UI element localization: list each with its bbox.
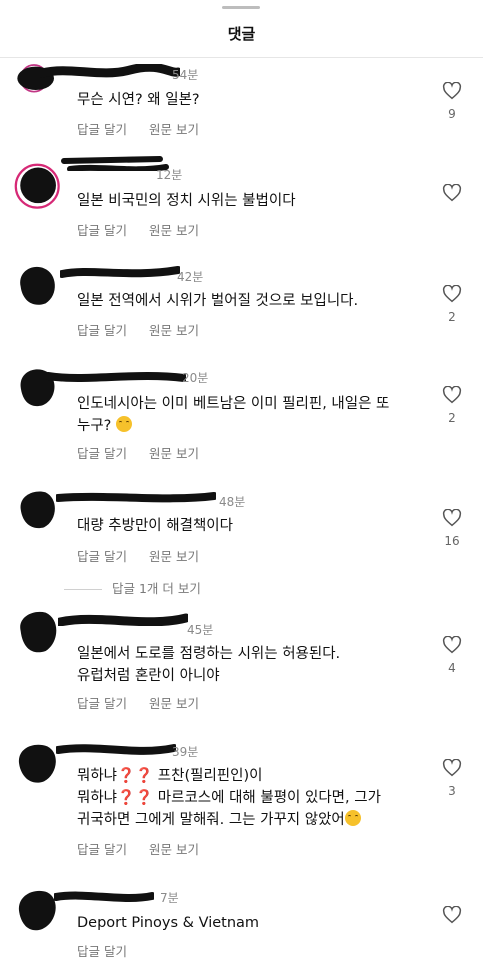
comment-text-line: 일본에서 도로를 점령하는 시위는 허용된다. <box>77 646 341 662</box>
view-more-replies-button[interactable]: 답글 1개 더 보기 <box>64 578 201 596</box>
comment-text: 일본 전역에서 시위가 벌어질 것으로 보입니다. <box>77 293 359 309</box>
weary-face-emoji <box>344 810 361 826</box>
like-count: 9 <box>448 107 456 121</box>
avatar[interactable] <box>14 606 64 656</box>
comment-text-line: 뭐하냐❓❓ 마르코스에 대해 불평이 있다면, 그가 <box>77 790 381 806</box>
comment-time: 12분 <box>156 168 183 182</box>
view-original-button[interactable]: 원문 보기 <box>149 549 199 564</box>
avatar[interactable] <box>14 163 64 213</box>
comment-text: 인도네시아는 이미 베트남은 이미 필리핀, 내일은 또 누구? <box>77 393 422 437</box>
heart-outline-icon <box>442 636 462 654</box>
comment-time: 45분 <box>187 623 214 637</box>
comment-text: 대량 추방만이 해결책이다 <box>77 518 233 534</box>
view-original-button[interactable]: 원문 보기 <box>149 842 199 857</box>
like-button[interactable]: 16 <box>440 509 464 548</box>
red-question-mark-emoji: ❓ <box>117 768 136 784</box>
comment-item: 39분 뭐하냐❓❓ 프찬(필리핀인)이 뭐하냐❓❓ 마르코스에 대해 불평이 있… <box>0 736 483 866</box>
comment-time: 54분 <box>172 68 199 82</box>
like-button[interactable]: 2 <box>440 285 464 324</box>
comment-time: 7분 <box>160 891 179 905</box>
heart-outline-icon <box>442 82 462 100</box>
drag-handle[interactable] <box>222 6 260 9</box>
comment-time: 48분 <box>219 495 246 509</box>
redacted-username <box>56 492 216 503</box>
like-count: 16 <box>444 534 460 548</box>
view-original-button[interactable]: 원문 보기 <box>149 122 199 137</box>
redacted-username <box>54 891 154 902</box>
view-original-button[interactable]: 원문 보기 <box>149 446 199 461</box>
reply-button[interactable]: 답글 달기 <box>77 223 127 238</box>
like-button[interactable] <box>440 184 464 202</box>
comment-text: 뭐하냐❓❓ 프찬(필리핀인)이 뭐하냐❓❓ 마르코스에 대해 불평이 있다면, … <box>77 765 422 831</box>
reply-button[interactable]: 답글 달기 <box>77 446 127 461</box>
comment-item: 42분 일본 전역에서 시위가 벌어질 것으로 보입니다. 답글 달기 원문 보… <box>0 258 483 353</box>
like-button[interactable]: 3 <box>440 759 464 798</box>
reply-button[interactable]: 답글 달기 <box>77 944 127 959</box>
comment-item: 20분 인도네시아는 이미 베트남은 이미 필리핀, 내일은 또 누구? 답글 … <box>0 358 483 470</box>
view-original-button[interactable]: 원문 보기 <box>149 323 199 338</box>
redacted-username <box>46 372 186 382</box>
red-question-mark-emoji: ❓ <box>135 790 154 806</box>
view-original-button[interactable]: 원문 보기 <box>149 696 199 711</box>
comment-item: 54분 무슨 시연? 왜 일본? 답글 달기 원문 보기 9 <box>0 58 483 148</box>
grinning-sweat-emoji <box>116 416 132 432</box>
heart-outline-icon <box>442 906 462 924</box>
comment-time: 20분 <box>182 371 209 385</box>
reply-button[interactable]: 답글 달기 <box>77 842 127 857</box>
reply-button[interactable]: 답글 달기 <box>77 122 127 137</box>
comments-header: 댓글 <box>0 0 483 58</box>
redacted-username <box>40 64 180 78</box>
red-question-mark-emoji: ❓ <box>117 790 136 806</box>
heart-outline-icon <box>442 285 462 303</box>
like-count: 3 <box>448 784 456 798</box>
heart-outline-icon <box>442 759 462 777</box>
comment-time: 39분 <box>172 745 199 759</box>
redacted-username <box>60 266 180 278</box>
comment-text: Deport Pinoys & Vietnam <box>77 915 260 931</box>
comment-text: 일본 비국민의 정치 시위는 불법이다 <box>77 193 296 209</box>
like-button[interactable]: 4 <box>440 636 464 675</box>
comment-text-line: 인도네시아는 이미 베트남은 이미 필리핀, 내일은 또 <box>77 396 390 412</box>
comment-item: 12분 일본 비국민의 정치 시위는 불법이다 답글 달기 원문 보기 <box>0 155 483 250</box>
comment-time: 42분 <box>177 270 204 284</box>
comment-item: 45분 일본에서 도로를 점령하는 시위는 허용된다. 유럽처럼 혼란이 아니야… <box>0 606 483 718</box>
redacted-username <box>58 613 188 626</box>
redacted-username <box>56 744 176 755</box>
comment-text: 무슨 시연? 왜 일본? <box>77 92 200 108</box>
heart-outline-icon <box>442 509 462 527</box>
comment-text-line: 귀국하면 그에게 말해줘. 그는 가꾸지 않았어 <box>77 809 422 831</box>
red-question-mark-emoji: ❓ <box>135 768 154 784</box>
heart-outline-icon <box>442 184 462 202</box>
like-button[interactable]: 2 <box>440 386 464 425</box>
divider <box>64 589 102 590</box>
redacted-username <box>61 156 169 171</box>
comment-text-line: 뭐하냐❓❓ 프찬(필리핀인)이 <box>77 768 263 784</box>
page-title: 댓글 <box>227 25 256 43</box>
reply-button[interactable]: 답글 달기 <box>77 696 127 711</box>
like-count: 2 <box>448 310 456 324</box>
like-button[interactable]: 9 <box>440 82 464 121</box>
heart-outline-icon <box>442 386 462 404</box>
avatar[interactable] <box>14 260 64 310</box>
like-button[interactable] <box>440 906 464 924</box>
comment-item: 7분 Deport Pinoys & Vietnam 답글 달기 <box>0 884 483 966</box>
view-original-button[interactable]: 원문 보기 <box>149 223 199 238</box>
comment-text: 일본에서 도로를 점령하는 시위는 허용된다. 유럽처럼 혼란이 아니야 <box>77 643 422 687</box>
comment-text-line: 누구? <box>77 415 422 437</box>
comment-text-line: 유럽처럼 혼란이 아니야 <box>77 668 220 684</box>
like-count: 4 <box>448 661 456 675</box>
reply-button[interactable]: 답글 달기 <box>77 323 127 338</box>
comment-item: 48분 대량 추방만이 해결책이다 답글 달기 원문 보기 16 <box>0 482 483 577</box>
like-count: 2 <box>448 411 456 425</box>
reply-button[interactable]: 답글 달기 <box>77 549 127 564</box>
